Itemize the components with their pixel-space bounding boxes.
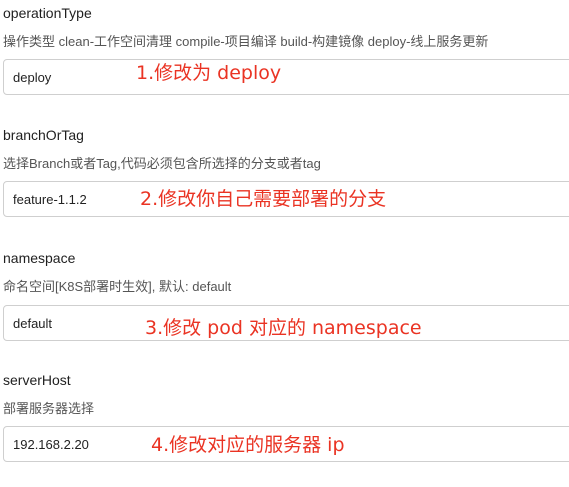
param-name-label: serverHost xyxy=(3,372,71,388)
param-server-host: serverHost 部署服务器选择 4.修改对应的服务器 ip xyxy=(0,0,569,480)
server-host-input[interactable] xyxy=(3,426,569,462)
param-description: 部署服务器选择 xyxy=(3,401,95,416)
